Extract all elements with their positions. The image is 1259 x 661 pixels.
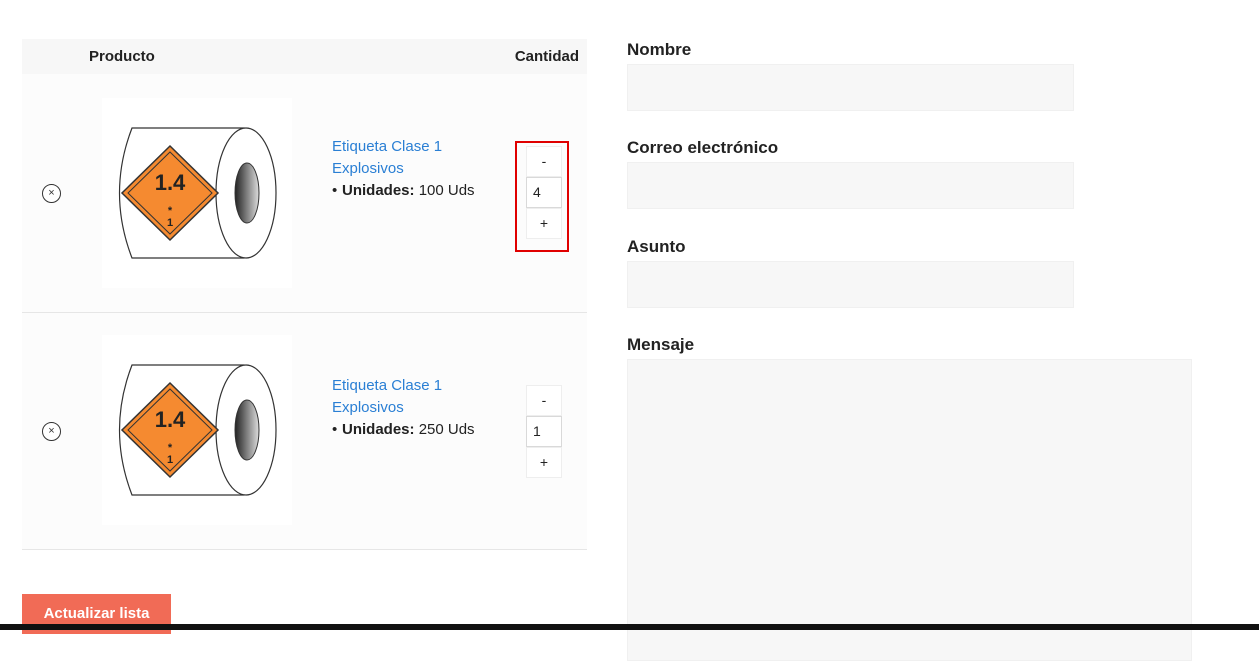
product-title-link[interactable]: Etiqueta Clase 1 Explosivos xyxy=(332,138,442,177)
name-field[interactable] xyxy=(627,64,1074,111)
product-attributes: Unidades: 100 Uds xyxy=(332,180,507,202)
header-product: Producto xyxy=(89,48,155,65)
product-info: Etiqueta Clase 1 Explosivos Unidades: 10… xyxy=(332,136,507,202)
product-attributes: Unidades: 250 Uds xyxy=(332,419,507,441)
cart-table: Producto Cantidad × 1.4 * 1 Etiqueta Cla… xyxy=(22,39,587,550)
qty-minus-button[interactable]: - xyxy=(526,146,562,177)
subject-field[interactable] xyxy=(627,261,1074,308)
attr-label: Unidades: xyxy=(342,421,415,438)
bottom-bar xyxy=(0,624,1259,630)
email-group: Correo electrónico xyxy=(627,138,1074,209)
attr-units: Unidades: 250 Uds xyxy=(332,419,507,441)
message-textarea[interactable] xyxy=(627,359,1192,661)
qty-input[interactable]: 1 xyxy=(526,416,562,447)
qty-minus-button[interactable]: - xyxy=(526,385,562,416)
email-field[interactable] xyxy=(627,162,1074,209)
product-title-link[interactable]: Etiqueta Clase 1 Explosivos xyxy=(332,377,442,416)
email-label: Correo electrónico xyxy=(627,138,779,157)
cart-row: × 1.4 * 1 Etiqueta Clase 1 Explosivos • … xyxy=(22,74,587,313)
name-label: Nombre xyxy=(627,40,692,59)
remove-item-icon[interactable]: × xyxy=(42,422,61,441)
cart-row: × 1.4 * 1 Etiqueta Clase 1 Explosivos • … xyxy=(22,313,587,550)
attr-label: Unidades: xyxy=(342,182,415,199)
qty-plus-button[interactable]: + xyxy=(526,447,562,478)
subject-group: Asunto xyxy=(627,237,1074,308)
subject-label: Asunto xyxy=(627,237,686,256)
label-class-text: 1.4 xyxy=(155,170,186,195)
label-roll-image: 1.4 * 1 xyxy=(118,364,277,496)
qty-plus-button[interactable]: + xyxy=(526,208,562,239)
quantity-stepper: - 1 + xyxy=(526,385,562,478)
header-quantity: Cantidad xyxy=(514,48,579,65)
attr-value: 250 Uds xyxy=(418,421,475,438)
message-label: Mensaje xyxy=(627,335,695,354)
product-image[interactable]: 1.4 * 1 xyxy=(102,335,292,525)
attr-value: 100 Uds xyxy=(418,182,475,199)
svg-text:*: * xyxy=(168,442,173,454)
label-roll-image: 1.4 * 1 xyxy=(118,127,277,259)
product-info: Etiqueta Clase 1 Explosivos Unidades: 25… xyxy=(332,375,507,441)
cart-header: Producto Cantidad xyxy=(22,39,587,74)
remove-item-icon[interactable]: × xyxy=(42,184,61,203)
quantity-stepper: - 4 + xyxy=(526,146,562,239)
label-class-text: 1.4 xyxy=(155,407,186,432)
name-group: Nombre xyxy=(627,40,1074,111)
qty-input[interactable]: 4 xyxy=(526,177,562,208)
attr-units: Unidades: 100 Uds xyxy=(332,180,507,202)
message-group: Mensaje xyxy=(627,335,1192,661)
svg-text:1: 1 xyxy=(167,217,173,229)
svg-text:*: * xyxy=(168,205,173,217)
svg-text:1: 1 xyxy=(167,454,173,466)
product-image[interactable]: 1.4 * 1 xyxy=(102,98,292,288)
